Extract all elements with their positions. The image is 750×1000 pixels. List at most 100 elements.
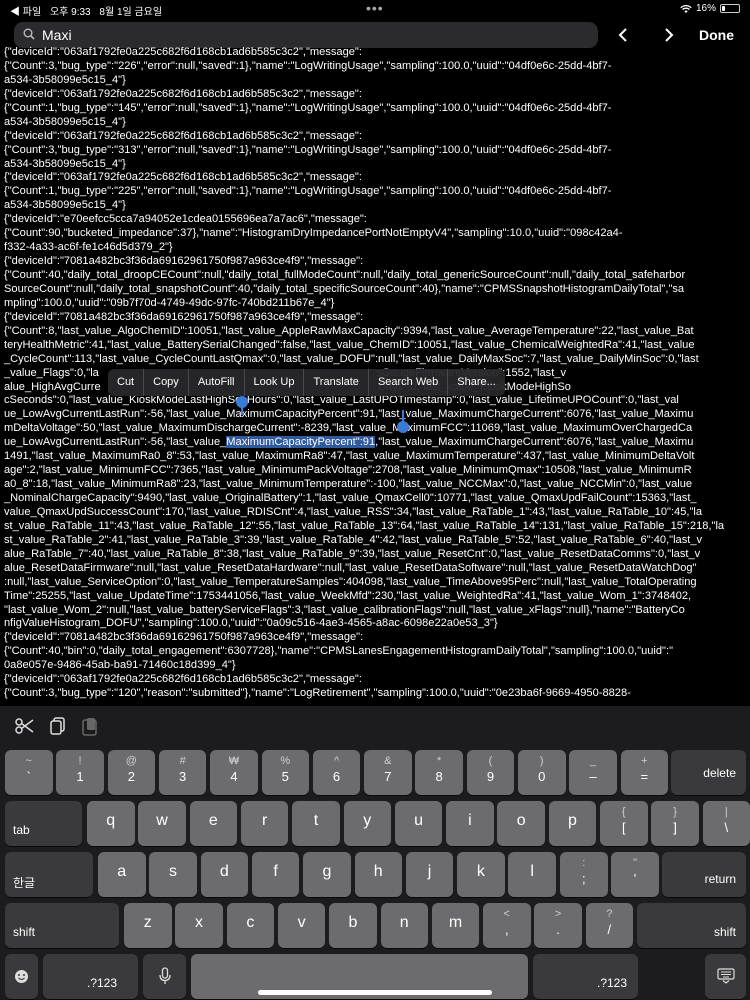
edit-menu-copy[interactable]: Copy xyxy=(144,369,189,396)
key-][interactable]: }] xyxy=(651,801,699,846)
key-symbol: / xyxy=(607,922,612,937)
next-match-icon[interactable] xyxy=(657,25,679,45)
key-7[interactable]: & 7 xyxy=(364,750,412,795)
key-=[interactable]: + = xyxy=(620,750,669,795)
key-label: a xyxy=(117,863,127,880)
multitasking-dots-icon[interactable]: ••• xyxy=(366,0,384,16)
edit-menu-search-web[interactable]: Search Web xyxy=(369,369,449,396)
numbers-right-key[interactable]: .?123 xyxy=(533,954,638,999)
edit-menu-cut[interactable]: Cut xyxy=(108,369,145,396)
selected-text[interactable]: MaximumCapacityPercent":91 xyxy=(226,436,376,449)
key-0[interactable]: ) 0 xyxy=(518,750,566,795)
key-p[interactable]: p xyxy=(548,801,597,846)
back-to-app-link[interactable]: ◀ 파일 xyxy=(10,7,41,18)
dictation-key[interactable] xyxy=(143,954,186,999)
scissors-icon[interactable] xyxy=(14,716,34,736)
key-slash[interactable]: ? / xyxy=(585,903,634,948)
key-–[interactable]: _ – xyxy=(569,750,617,795)
key-6[interactable]: ^ 6 xyxy=(312,750,361,795)
key-w[interactable]: w xyxy=(138,801,186,846)
edit-menu-autofill[interactable]: AutoFill xyxy=(189,369,245,396)
key-[[interactable]: {[ xyxy=(600,801,648,846)
log-line: _NominalChargeCapacity":9490,"last_value… xyxy=(4,492,697,504)
key-u[interactable]: u xyxy=(394,801,443,846)
key-period[interactable]: >. xyxy=(534,903,582,948)
language-key[interactable]: 한글 xyxy=(5,852,93,897)
key-x[interactable]: x xyxy=(175,903,223,948)
key-symbol: 6 xyxy=(332,769,341,784)
edit-menu-share[interactable]: Share... xyxy=(448,369,505,396)
key-shift-symbol: ! xyxy=(78,755,82,767)
key-b[interactable]: b xyxy=(329,903,377,948)
numbers-left-key[interactable]: .?123 xyxy=(43,954,138,999)
key-c[interactable]: c xyxy=(226,903,275,948)
key-4[interactable]: ₩4 xyxy=(210,750,258,795)
key-o[interactable]: o xyxy=(497,801,545,846)
find-search-field[interactable]: Maxi xyxy=(14,22,598,48)
shift-left-key[interactable]: shift xyxy=(5,903,119,948)
key-symbol: 1 xyxy=(76,769,84,784)
key-\[interactable]: | \ xyxy=(702,801,750,846)
log-line: f332-4a33-ac6f-fe1c46d5d379_2"} xyxy=(4,241,173,254)
copy-icon[interactable] xyxy=(48,716,68,736)
key-comma[interactable]: <, xyxy=(483,903,531,948)
key-symbol: 3 xyxy=(179,769,187,784)
key-s[interactable]: s xyxy=(149,852,197,897)
key-t[interactable]: t xyxy=(292,801,340,846)
key-v[interactable]: v xyxy=(277,903,326,948)
hide-keyboard-key[interactable] xyxy=(705,954,746,999)
key-label: .?123 xyxy=(87,976,118,990)
previous-match-icon[interactable] xyxy=(613,25,635,45)
key-m[interactable]: m xyxy=(431,903,480,948)
log-line: {"deviceId":"7081a482bc3f36da69162961750… xyxy=(4,631,364,644)
key-quote[interactable]: " ' xyxy=(611,852,659,897)
log-line: cSeconds":0,"last_value_KioskModeLastHig… xyxy=(4,394,679,407)
key-shift-symbol: @ xyxy=(125,755,137,767)
key-9[interactable]: (9 xyxy=(466,750,515,795)
delete-key[interactable]: delete xyxy=(671,750,746,795)
done-button[interactable]: Done xyxy=(699,27,734,43)
key-j[interactable]: j xyxy=(405,852,454,897)
key-f[interactable]: f xyxy=(251,852,300,897)
tab-key[interactable]: tab xyxy=(5,801,82,846)
return-key[interactable]: return xyxy=(662,852,746,897)
key-k[interactable]: k xyxy=(457,852,505,897)
log-line: {"deviceId":"e70eefcc5cca7a94052e1cdea01… xyxy=(4,213,367,226)
paste-icon[interactable] xyxy=(80,716,100,736)
log-line: age":2,"last_value_MinimumFCC":7365,"las… xyxy=(4,464,692,477)
log-line: {"Count":1,"bug_type":"145","error":null… xyxy=(4,101,612,114)
key-label: return xyxy=(704,872,736,886)
key-2[interactable]: @2 xyxy=(107,750,156,795)
key-3[interactable]: #3 xyxy=(158,750,207,795)
key-i[interactable]: i xyxy=(446,801,494,846)
find-query[interactable]: Maxi xyxy=(42,27,72,43)
key-label: .?123 xyxy=(597,976,628,990)
key-1[interactable]: ! 1 xyxy=(56,750,104,795)
key-e[interactable]: e xyxy=(189,801,238,846)
key-d[interactable]: d xyxy=(200,852,249,897)
emoji-key[interactable] xyxy=(5,954,38,999)
edit-menu-look-up[interactable]: Look Up xyxy=(245,369,305,396)
key-n[interactable]: n xyxy=(380,903,428,948)
key-r[interactable]: r xyxy=(240,801,289,846)
key-shift-symbol: * xyxy=(437,755,442,767)
log-line: {"Count":40,"bin":0,"daily_total_engagem… xyxy=(4,645,674,658)
key-colon[interactable]: :; xyxy=(560,852,608,897)
log-line: nfigValueHistogram_DOFU","sampling":100.… xyxy=(4,617,498,630)
key-5[interactable]: % 5 xyxy=(261,750,309,795)
key-y[interactable]: y xyxy=(343,801,391,846)
selection-start-knob[interactable] xyxy=(236,396,248,408)
key-z[interactable]: z xyxy=(124,903,172,948)
key-q[interactable]: q xyxy=(87,801,135,846)
selection-end-knob[interactable] xyxy=(397,421,409,433)
key-shift-symbol: ₩ xyxy=(228,755,240,767)
key-`[interactable]: ~ ` xyxy=(5,750,53,795)
shift-right-key[interactable]: shift xyxy=(637,903,746,948)
edit-menu-translate[interactable]: Translate xyxy=(304,369,369,396)
key-h[interactable]: h xyxy=(354,852,402,897)
key-a[interactable]: a xyxy=(98,852,146,897)
key-l[interactable]: l xyxy=(508,852,556,897)
key-g[interactable]: g xyxy=(303,852,351,897)
log-line: alue_ResetDataFirmware":null,"last_value… xyxy=(4,561,697,574)
key-8[interactable]: * 8 xyxy=(415,750,463,795)
